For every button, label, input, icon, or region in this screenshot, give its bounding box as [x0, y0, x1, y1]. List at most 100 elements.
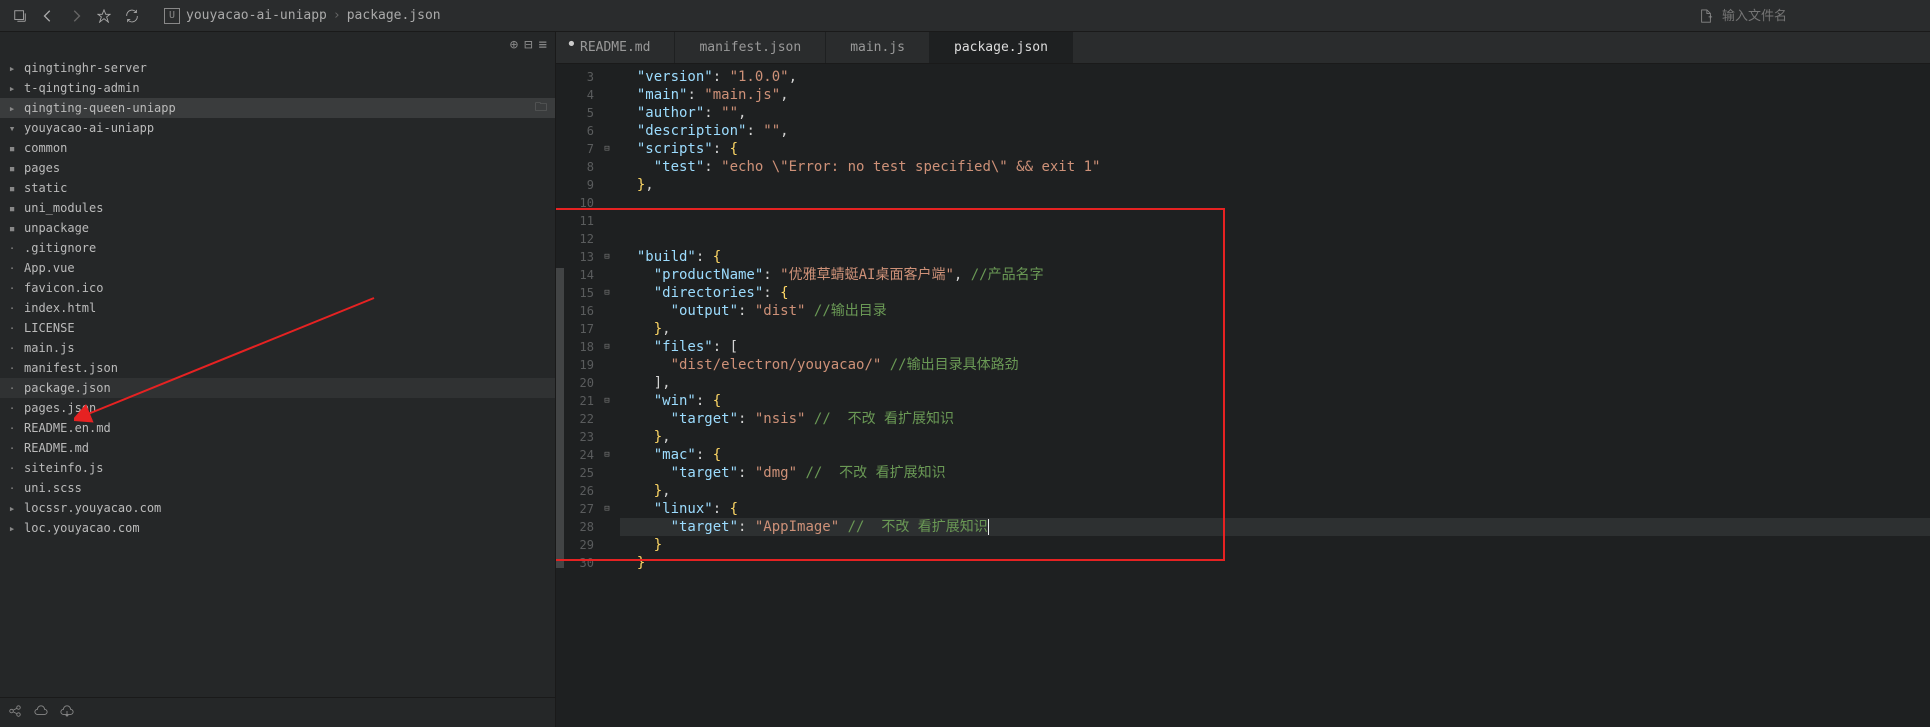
code-line[interactable]: "directories": {	[620, 284, 1930, 302]
tree-item-label: favicon.ico	[24, 281, 103, 295]
code-line[interactable]: "win": {	[620, 392, 1930, 410]
tree-item-youyacao-ai-uniapp[interactable]: ▾youyacao-ai-uniapp	[0, 118, 555, 138]
tree-item-main-js[interactable]: ·main.js	[0, 338, 555, 358]
tree-item-manifest-json[interactable]: ·manifest.json	[0, 358, 555, 378]
new-window-icon[interactable]	[8, 4, 32, 28]
star-icon[interactable]	[92, 4, 116, 28]
chevron-icon: ▸	[4, 502, 20, 515]
tab-package-json[interactable]: package.json	[930, 32, 1073, 63]
fold-marker[interactable]: ⊟	[600, 446, 614, 464]
code-line[interactable]: }	[620, 536, 1930, 554]
code-editor[interactable]: 3456789101112131415161718192021222324252…	[556, 64, 1930, 727]
code-line[interactable]: "productName": "优雅草蜻蜓AI桌面客户端", //产品名字	[620, 266, 1930, 284]
tree-item-label: common	[24, 141, 67, 155]
nav-back-icon[interactable]	[36, 4, 60, 28]
code-line[interactable]: "output": "dist" //输出目录	[620, 302, 1930, 320]
tab-label: main.js	[850, 40, 905, 55]
code-line[interactable]: },	[620, 482, 1930, 500]
fold-marker	[600, 104, 614, 122]
code-line[interactable]: "target": "AppImage" // 不改 看扩展知识	[620, 518, 1930, 536]
fold-marker[interactable]: ⊟	[600, 338, 614, 356]
tree-item-license[interactable]: ·LICENSE	[0, 318, 555, 338]
tree-item-static[interactable]: ▪static	[0, 178, 555, 198]
code-line[interactable]: "version": "1.0.0",	[620, 68, 1930, 86]
file-icon: ·	[4, 342, 20, 355]
sync-icon[interactable]	[120, 4, 144, 28]
file-icon: ·	[4, 302, 20, 315]
code-line[interactable]: },	[620, 428, 1930, 446]
tree-item-pages-json[interactable]: ·pages.json	[0, 398, 555, 418]
code-line[interactable]: ],	[620, 374, 1930, 392]
code-line[interactable]: "linux": {	[620, 500, 1930, 518]
tree-item-siteinfo-js[interactable]: ·siteinfo.js	[0, 458, 555, 478]
tree-item-label: index.html	[24, 301, 96, 315]
tree-item-label: loc.youyacao.com	[24, 521, 140, 535]
code-line[interactable]: },	[620, 176, 1930, 194]
code-line[interactable]: "files": [	[620, 338, 1930, 356]
fold-marker[interactable]: ⊟	[600, 392, 614, 410]
tab-main-js[interactable]: main.js	[826, 32, 930, 63]
tree-item--gitignore[interactable]: ·.gitignore	[0, 238, 555, 258]
tree-item-locssr-youyacao-com[interactable]: ▸locssr.youyacao.com	[0, 498, 555, 518]
tree-item-label: .gitignore	[24, 241, 96, 255]
code-line[interactable]: "description": "",	[620, 122, 1930, 140]
tree-item-pages[interactable]: ▪pages	[0, 158, 555, 178]
code-line[interactable]: "author": "",	[620, 104, 1930, 122]
cloud-icon[interactable]	[34, 704, 48, 722]
fold-marker[interactable]: ⊟	[600, 284, 614, 302]
tree-item-loc-youyacao-com[interactable]: ▸loc.youyacao.com	[0, 518, 555, 538]
code-line[interactable]	[620, 212, 1930, 230]
code-line[interactable]: "mac": {	[620, 446, 1930, 464]
code-line[interactable]: "build": {	[620, 248, 1930, 266]
top-search[interactable]	[1694, 4, 1922, 28]
tree-item-t-qingting-admin[interactable]: ▸t-qingting-admin	[0, 78, 555, 98]
new-file-icon[interactable]	[1694, 4, 1718, 28]
sidebar-collapse-icon[interactable]: ≡	[539, 37, 547, 53]
tree-item-app-vue[interactable]: ·App.vue	[0, 258, 555, 278]
sidebar-terminal-icon[interactable]: ⊟	[524, 37, 532, 53]
nav-forward-icon[interactable]	[64, 4, 88, 28]
tree-item-qingting-queen-uniapp[interactable]: ▸qingting-queen-uniapp🗀	[0, 98, 555, 118]
code-line[interactable]: "scripts": {	[620, 140, 1930, 158]
tree-item-label: package.json	[24, 381, 111, 395]
tree-item-qingtinghr-server[interactable]: ▸qingtinghr-server	[0, 58, 555, 78]
fold-marker[interactable]: ⊟	[600, 140, 614, 158]
tree-item-index-html[interactable]: · index.html	[0, 298, 555, 318]
breadcrumb-project[interactable]: youyacao-ai-uniapp	[186, 8, 327, 23]
code-line[interactable]: }	[620, 554, 1930, 572]
fold-marker[interactable]: ⊟	[600, 500, 614, 518]
file-tree[interactable]: ▸qingtinghr-server▸t-qingting-admin▸qing…	[0, 58, 555, 697]
breadcrumb-file[interactable]: package.json	[347, 8, 441, 23]
cloud-sync-icon[interactable]	[60, 704, 74, 722]
tree-item-common[interactable]: ▪common	[0, 138, 555, 158]
file-icon: ·	[4, 442, 20, 455]
search-input[interactable]	[1722, 8, 1922, 23]
tree-item-readme-en-md[interactable]: ·README.en.md	[0, 418, 555, 438]
tree-item-favicon-ico[interactable]: ·favicon.ico	[0, 278, 555, 298]
tree-item-uni-scss[interactable]: ·uni.scss	[0, 478, 555, 498]
tree-item-label: uni_modules	[24, 201, 103, 215]
tree-item-uni-modules[interactable]: ▪uni_modules	[0, 198, 555, 218]
sidebar-plus-icon[interactable]: ⊕	[510, 37, 518, 53]
code-line[interactable]: "main": "main.js",	[620, 86, 1930, 104]
code-line[interactable]	[620, 230, 1930, 248]
tree-item-package-json[interactable]: · package.json	[0, 378, 555, 398]
code-line[interactable]: "dist/electron/youyacao/" //输出目录具体路劲	[620, 356, 1930, 374]
line-number: 29	[556, 536, 594, 554]
code-line[interactable]: "target": "nsis" // 不改 看扩展知识	[620, 410, 1930, 428]
code-line[interactable]: "target": "dmg" // 不改 看扩展知识	[620, 464, 1930, 482]
code-line[interactable]: },	[620, 320, 1930, 338]
tree-item-unpackage[interactable]: ▪unpackage	[0, 218, 555, 238]
code-line[interactable]: "test": "echo \"Error: no test specified…	[620, 158, 1930, 176]
share-icon[interactable]	[8, 704, 22, 722]
tab-readme-md[interactable]: •README.md	[556, 32, 675, 63]
file-icon: ·	[4, 382, 20, 395]
line-number: 22	[556, 410, 594, 428]
line-number: 25	[556, 464, 594, 482]
tree-item-readme-md[interactable]: ·README.md	[0, 438, 555, 458]
fold-marker[interactable]: ⊟	[600, 248, 614, 266]
tab-manifest-json[interactable]: manifest.json	[675, 32, 826, 63]
code-line[interactable]	[620, 194, 1930, 212]
fold-column[interactable]: ⊟ ⊟ ⊟ ⊟ ⊟ ⊟ ⊟	[600, 64, 614, 727]
code-content[interactable]: "version": "1.0.0", "main": "main.js", "…	[614, 64, 1930, 727]
